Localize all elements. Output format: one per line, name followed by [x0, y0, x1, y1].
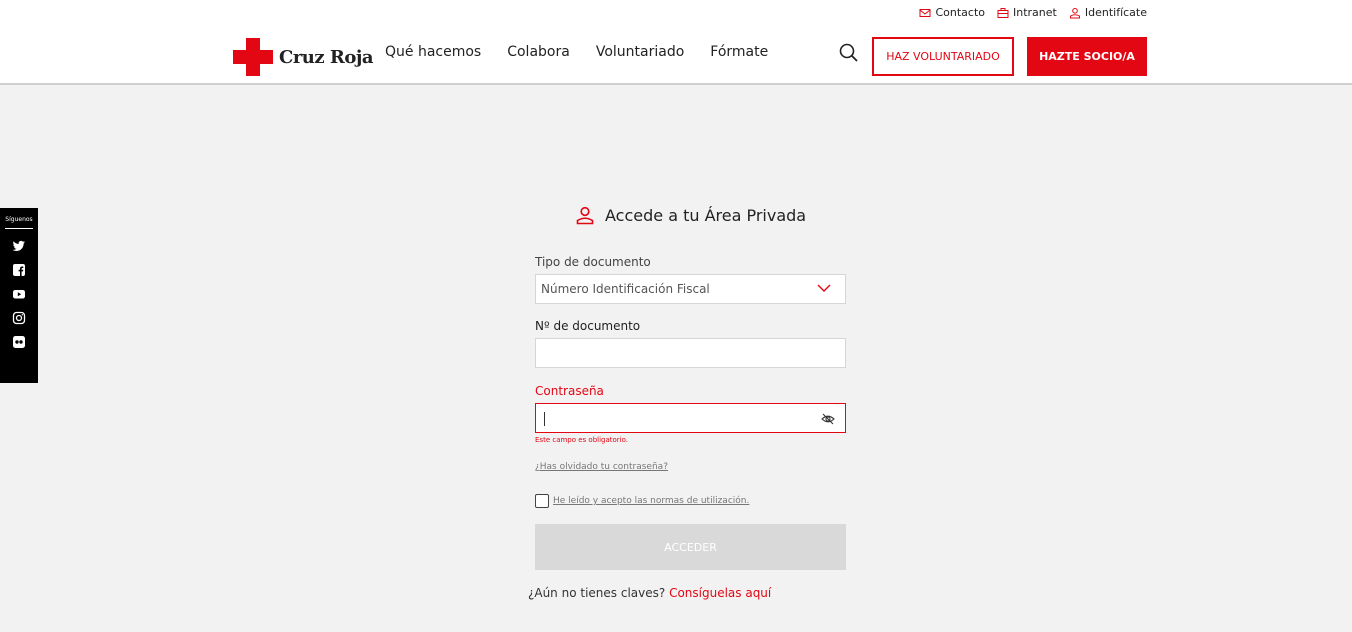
doc-number-label: Nº de documento	[535, 319, 641, 333]
utility-bar: Contacto Intranet Identifícate	[919, 6, 1147, 19]
red-cross-icon	[233, 38, 273, 76]
login-title: Accede a tu Área Privada	[605, 205, 807, 225]
terms-link[interactable]: He leído y acepto las normas de utilizac…	[553, 496, 749, 506]
intranet-link[interactable]: Intranet	[997, 6, 1057, 19]
contact-link[interactable]: Contacto	[919, 6, 985, 19]
user-icon	[576, 206, 594, 225]
become-member-button[interactable]: HAZTE SOCIO/A	[1027, 37, 1147, 76]
nav-item-colabora[interactable]: Colabora	[507, 44, 570, 60]
briefcase-icon	[997, 7, 1009, 18]
nav-item-voluntariado[interactable]: Voluntariado	[596, 44, 684, 60]
instagram-icon[interactable]	[12, 311, 26, 325]
password-label: Contraseña	[535, 384, 604, 398]
terms-row: He leído y acepto las normas de utilizac…	[535, 494, 749, 508]
identify-link[interactable]: Identifícate	[1069, 6, 1147, 19]
cruz-roja-logo[interactable]: Cruz Roja	[233, 38, 374, 76]
forgot-password-link[interactable]: ¿Has olvidado tu contraseña?	[535, 462, 668, 472]
doc-type-label: Tipo de documento	[535, 255, 651, 269]
register-prompt: ¿Aún no tienes claves? Consíguelas aquí	[528, 586, 771, 600]
volunteer-button[interactable]: HAZ VOLUNTARIADO	[872, 37, 1014, 76]
nav-item-formate[interactable]: Fórmate	[710, 44, 768, 60]
doc-type-select[interactable]: Número Identificación Fiscal	[535, 274, 846, 304]
text-caret	[544, 412, 545, 426]
identify-label: Identifícate	[1084, 6, 1147, 19]
login-title-row: Accede a tu Área Privada	[575, 205, 806, 225]
terms-checkbox[interactable]	[535, 494, 549, 508]
nav-item-que-hacemos[interactable]: Qué hacemos	[385, 44, 481, 60]
facebook-icon[interactable]	[12, 263, 26, 277]
youtube-icon[interactable]	[12, 287, 26, 301]
user-icon	[1069, 7, 1080, 18]
mail-icon	[919, 8, 931, 17]
submit-button[interactable]: ACCEDER	[535, 524, 846, 570]
search-icon[interactable]	[838, 42, 860, 64]
logo-text: Cruz Roja	[279, 46, 374, 68]
social-title: Síguenos	[5, 216, 33, 223]
social-divider	[5, 228, 33, 229]
contact-label: Contacto	[935, 6, 985, 19]
main-nav: Qué hacemos Colabora Voluntariado Fórmat…	[385, 44, 768, 60]
twitter-icon[interactable]	[12, 239, 26, 253]
password-input[interactable]	[535, 403, 846, 433]
eye-slash-icon[interactable]	[821, 412, 835, 426]
flickr-icon[interactable]	[12, 335, 26, 349]
chevron-down-icon	[817, 284, 831, 292]
social-sidebar: Síguenos	[0, 208, 38, 383]
doc-type-value: Número Identificación Fiscal	[541, 282, 710, 296]
site-header: Contacto Intranet Identifícate Cruz Roja…	[0, 0, 1352, 85]
intranet-label: Intranet	[1013, 6, 1057, 19]
register-text: ¿Aún no tienes claves?	[528, 586, 666, 600]
password-error-message: Este campo es obligatorio.	[535, 436, 629, 444]
register-link[interactable]: Consíguelas aquí	[669, 586, 771, 600]
doc-number-input[interactable]	[535, 338, 846, 368]
